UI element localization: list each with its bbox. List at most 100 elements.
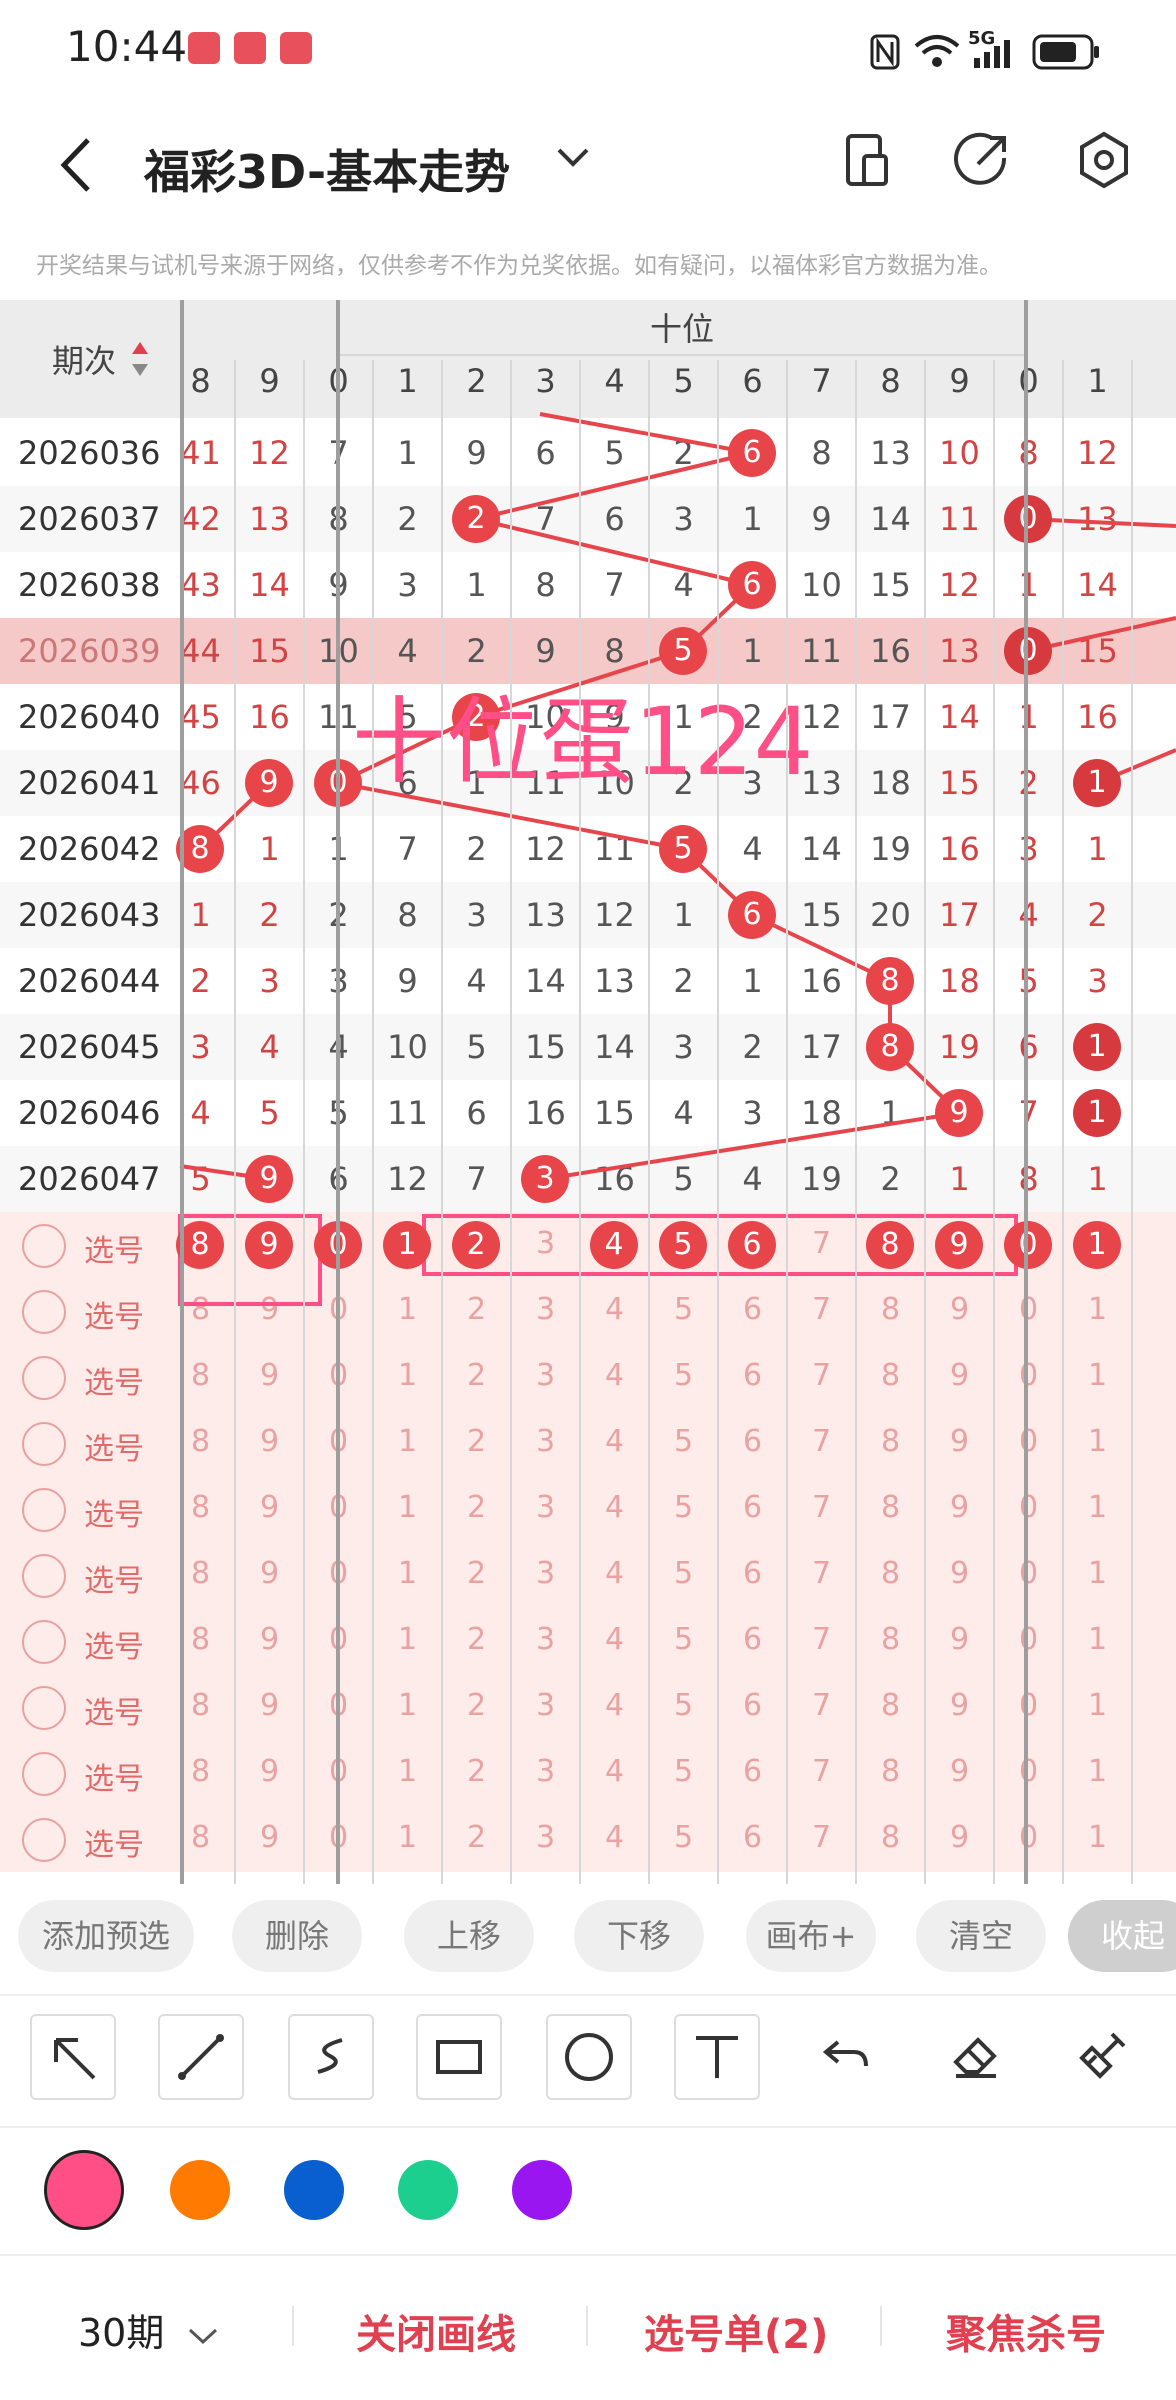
hit-ball[interactable]: 6 — [728, 429, 776, 477]
hit-ball[interactable]: 0 — [1004, 495, 1052, 543]
color-swatch-selected[interactable] — [44, 2150, 124, 2230]
curve-icon — [317, 2038, 343, 2074]
hit-ball[interactable]: 9 — [245, 1155, 293, 1203]
hit-ball[interactable]: 8 — [866, 957, 914, 1005]
selected-digit-ball[interactable]: 9 — [935, 1221, 983, 1269]
grid-line — [855, 360, 857, 1884]
grid-line — [786, 360, 788, 1884]
column-divider — [1024, 300, 1028, 1884]
arrow-icon — [54, 2038, 96, 2080]
selected-digit-ball[interactable]: 4 — [590, 1221, 638, 1269]
collapse-button[interactable]: 收起 — [1068, 1900, 1176, 1972]
arrow-tool[interactable] — [30, 2014, 116, 2100]
selected-digit-ball[interactable]: 1 — [383, 1221, 431, 1269]
add-preselect-button[interactable]: 添加预选 — [18, 1900, 194, 1972]
color-swatch[interactable] — [170, 2160, 230, 2220]
hit-ball[interactable]: 1 — [1073, 1023, 1121, 1071]
grid-line — [579, 360, 581, 1884]
grid-line — [648, 360, 650, 1884]
hit-ball[interactable]: 0 — [1004, 627, 1052, 675]
grid-line — [1131, 360, 1133, 1884]
close-drawing-button[interactable]: 关闭画线 — [356, 2302, 516, 2360]
column-divider — [180, 300, 184, 1884]
grid-line — [234, 360, 236, 1884]
curve-tool[interactable] — [288, 2014, 374, 2100]
grid-line — [924, 360, 926, 1884]
nfc-icon — [870, 34, 900, 70]
move-down-button[interactable]: 下移 — [574, 1900, 704, 1972]
hit-ball[interactable]: 5 — [659, 825, 707, 873]
divider — [880, 2306, 882, 2346]
eraser-icon — [953, 2037, 997, 2078]
selected-digit-ball[interactable]: 9 — [245, 1221, 293, 1269]
hit-ball[interactable]: 2 — [452, 495, 500, 543]
chevron-down-icon[interactable] — [555, 146, 591, 170]
canvas-plus-button[interactable]: 画布+ — [746, 1900, 876, 1972]
color-swatch[interactable] — [512, 2160, 572, 2220]
page-title[interactable]: 福彩3D-基本走势 — [144, 136, 510, 202]
battery-icon — [1032, 34, 1099, 70]
hit-ball[interactable]: 8 — [866, 1023, 914, 1071]
selected-digit-ball[interactable]: 2 — [452, 1221, 500, 1269]
back-icon[interactable] — [50, 130, 110, 200]
divider — [586, 2306, 588, 2346]
hit-ball[interactable]: 1 — [1073, 1089, 1121, 1137]
clear-button[interactable]: 清空 — [916, 1900, 1046, 1972]
circle-tool[interactable] — [546, 2014, 632, 2100]
hit-ball[interactable]: 3 — [521, 1155, 569, 1203]
status-time: 10:44 — [66, 22, 188, 71]
trend-line — [539, 412, 753, 455]
selected-digit-ball[interactable]: 1 — [1073, 1221, 1121, 1269]
drawing-layer[interactable] — [0, 300, 1176, 1884]
notification-icon — [188, 32, 220, 64]
selection-list-button[interactable]: 选号单(2) — [644, 2302, 828, 2360]
undo-icon — [822, 2040, 868, 2067]
clear-drawing-tool[interactable] — [1062, 2014, 1144, 2096]
hit-ball[interactable]: 9 — [245, 759, 293, 807]
divider — [292, 2306, 294, 2346]
move-up-button[interactable]: 上移 — [404, 1900, 534, 1972]
period-count-select[interactable]: 30期 — [78, 2302, 220, 2357]
trend-line — [475, 451, 753, 521]
signal-icon — [974, 40, 1010, 68]
grid-line — [1062, 360, 1064, 1884]
period-count-label: 30期 — [78, 2311, 165, 2355]
grid-line — [993, 360, 995, 1884]
delete-button[interactable]: 删除 — [232, 1900, 362, 1972]
line-tool[interactable] — [158, 2014, 244, 2100]
rectangle-icon — [436, 2040, 482, 2074]
annotation-text[interactable]: 十位蛋124 — [352, 666, 813, 802]
bottom-bar: 30期 关闭画线 选号单(2) 聚焦杀号 — [0, 2256, 1176, 2400]
selected-digit-ball[interactable]: 5 — [659, 1221, 707, 1269]
undo-tool[interactable] — [804, 2014, 886, 2096]
column-divider — [336, 300, 340, 1884]
color-swatch[interactable] — [398, 2160, 458, 2220]
grid-line — [372, 360, 374, 1884]
hit-ball[interactable]: 6 — [728, 891, 776, 939]
settings-icon[interactable] — [1074, 130, 1134, 190]
layout-icon[interactable] — [836, 130, 896, 190]
wifi-icon — [914, 35, 960, 67]
hit-ball[interactable]: 1 — [1073, 759, 1121, 807]
disclaimer-text: 开奖结果与试机号来源于网络，仅供参考不作为兑奖依据。如有疑问，以福体彩官方数据为… — [36, 253, 1002, 279]
selected-digit-ball[interactable]: 6 — [728, 1221, 776, 1269]
hit-ball[interactable]: 9 — [935, 1089, 983, 1137]
action-bar: 添加预选 删除 上移 下移 画布+ 清空 收起 — [0, 1884, 1176, 1994]
hit-ball[interactable]: 6 — [728, 561, 776, 609]
grid-line — [510, 360, 512, 1884]
status-bar: 10:44 5G — [0, 0, 1176, 100]
trend-line — [475, 517, 753, 587]
color-swatch[interactable] — [284, 2160, 344, 2220]
selection-rect[interactable] — [422, 1214, 1018, 1276]
focus-kill-button[interactable]: 聚焦杀号 — [946, 2302, 1106, 2360]
rectangle-tool[interactable] — [416, 2014, 502, 2100]
selected-digit-ball[interactable]: 0 — [1004, 1221, 1052, 1269]
color-palette — [0, 2126, 1176, 2256]
broom-icon — [1079, 2032, 1126, 2079]
share-icon[interactable] — [952, 130, 1012, 190]
eraser-tool[interactable] — [934, 2014, 1016, 2096]
trend-chart[interactable]: 期次 十位 89012345678901 2026036411271965268… — [0, 300, 1176, 1884]
notification-icon — [234, 32, 266, 64]
selected-digit-ball[interactable]: 8 — [866, 1221, 914, 1269]
text-tool[interactable] — [674, 2014, 760, 2100]
